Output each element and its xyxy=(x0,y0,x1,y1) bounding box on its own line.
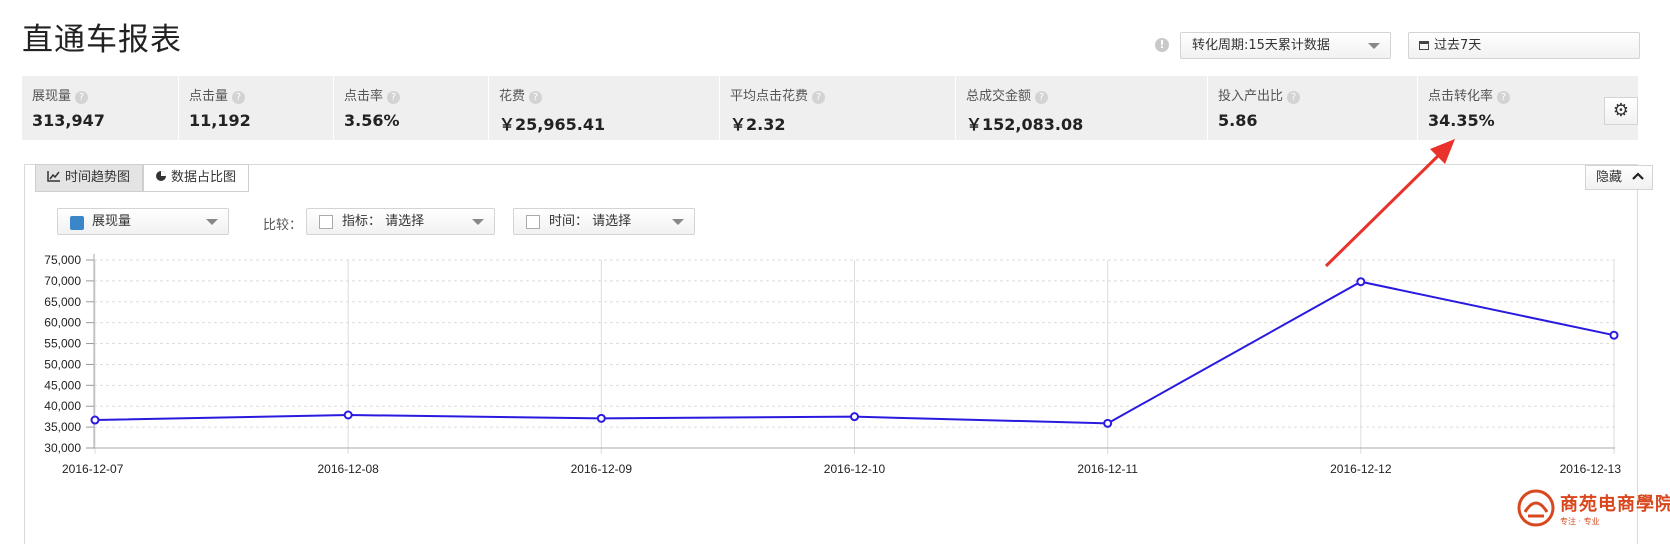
y-tick-label: 60,000 xyxy=(44,316,81,330)
annotation-arrow-shaft xyxy=(1324,150,1444,268)
y-tick-label: 70,000 xyxy=(44,274,81,288)
brand-logo: 商苑电商學院 专注 · 专业 xyxy=(1514,488,1670,530)
y-tick-label: 35,000 xyxy=(44,420,81,434)
data-point xyxy=(596,413,606,423)
data-point xyxy=(850,412,859,422)
x-tick-label: 2016-12-12 xyxy=(1330,462,1392,476)
data-point xyxy=(1609,330,1619,340)
y-tick-label: 40,000 xyxy=(44,399,81,413)
y-tick-label: 30,000 xyxy=(44,441,81,455)
x-tick-label: 2016-12-09 xyxy=(571,462,633,476)
y-tick-label: 50,000 xyxy=(44,357,81,371)
x-tick-label: 2016-12-08 xyxy=(317,462,379,476)
data-point xyxy=(343,410,353,420)
data-point xyxy=(1103,418,1113,428)
brand-emblem-icon xyxy=(1517,489,1555,527)
y-tick-label: 65,000 xyxy=(44,295,81,309)
x-tick-label: 2016-12-07 xyxy=(62,462,124,476)
line-chart: 30,000 35,000 40,000 45,000 50,000 55,000 60,0… xyxy=(44,139,1622,476)
y-tick-label: 55,000 xyxy=(44,337,81,351)
brand-tagline: 专注 · 专业 xyxy=(1560,517,1600,526)
y-tick-label: 75,000 xyxy=(44,253,81,267)
x-tick-label: 2016-12-10 xyxy=(824,462,886,476)
x-tick-label: 2016-12-13 xyxy=(1560,462,1622,476)
data-point xyxy=(1356,277,1366,287)
x-tick-label: 2016-12-11 xyxy=(1077,462,1138,476)
data-point xyxy=(90,415,100,425)
brand-name: 商苑电商學院 xyxy=(1560,494,1670,515)
y-tick-label: 45,000 xyxy=(44,378,81,392)
